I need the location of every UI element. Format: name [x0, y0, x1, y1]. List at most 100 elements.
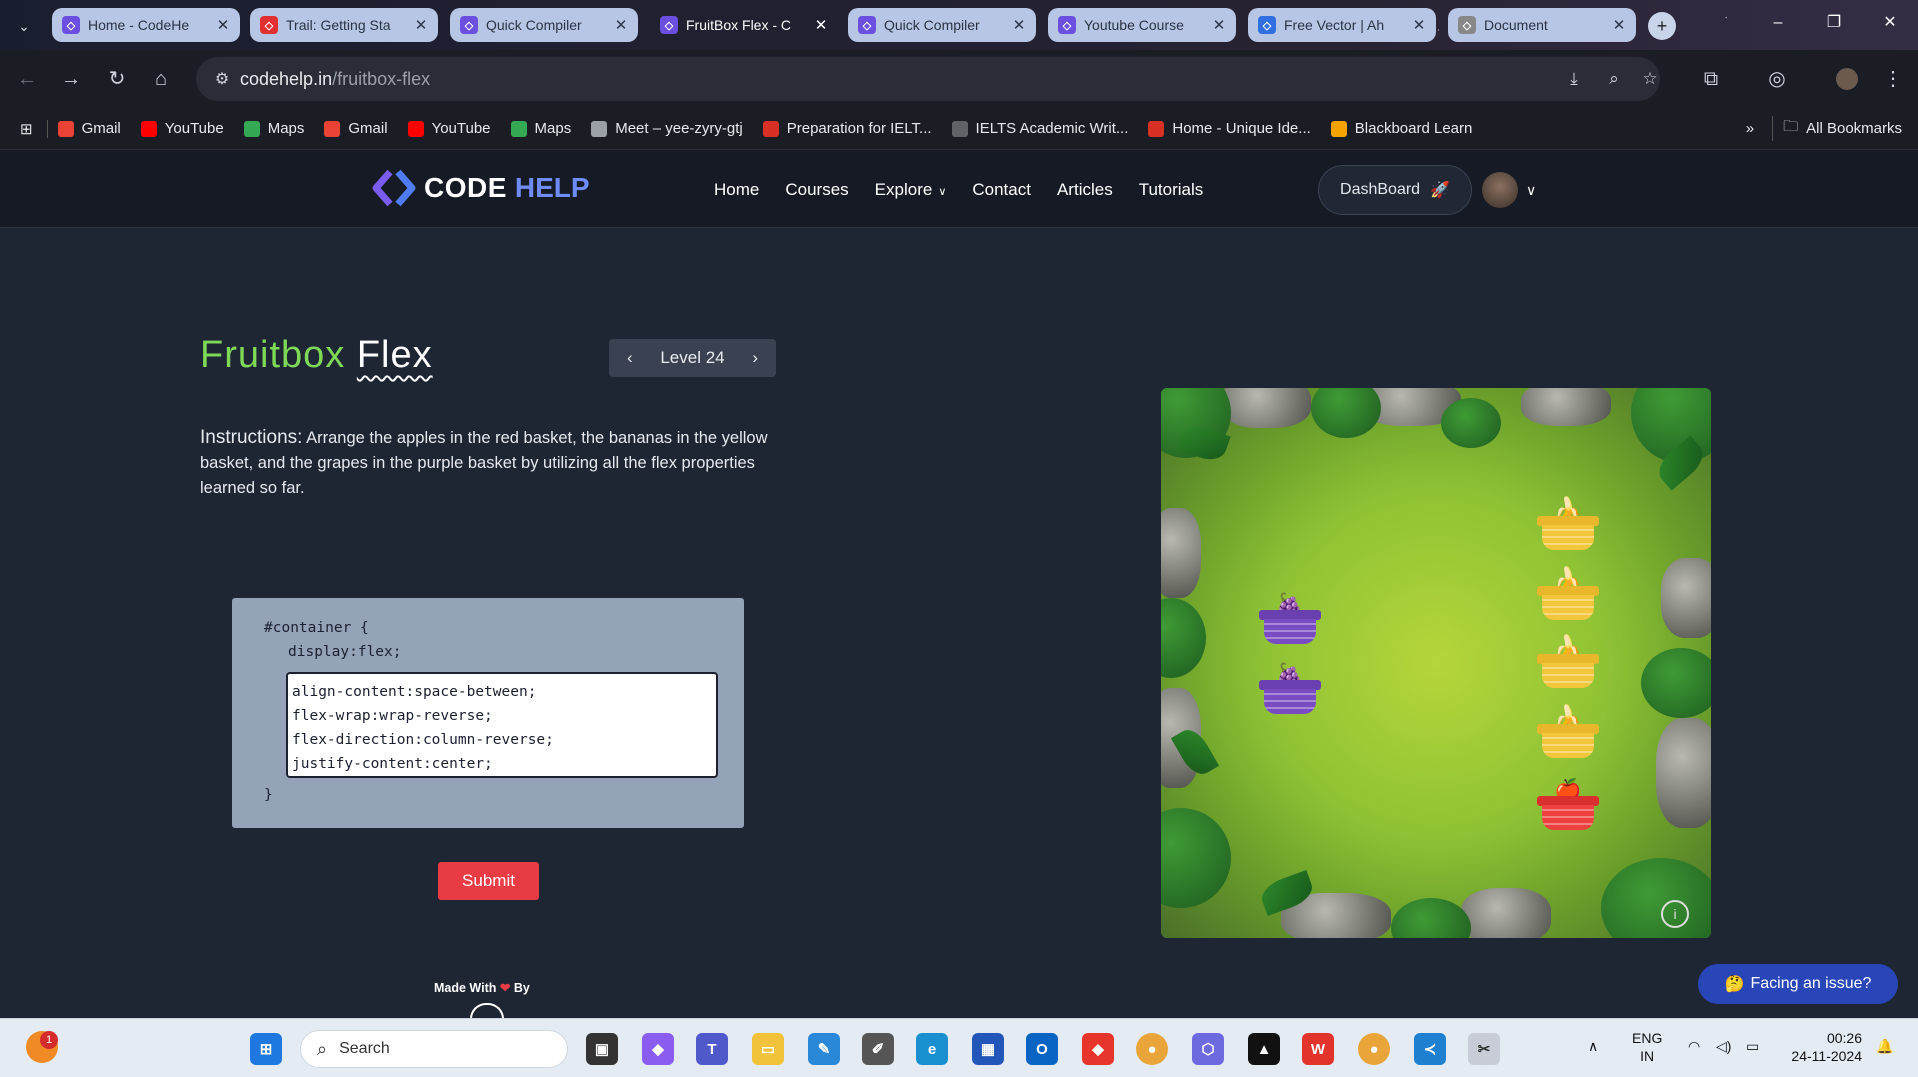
microsoft-store-icon[interactable]: ▦ [972, 1033, 1004, 1065]
bookmark-star-icon[interactable]: ☆ [1636, 65, 1664, 93]
taskbar-search-box[interactable]: ⌕ Search [300, 1030, 568, 1068]
facing-issue-button[interactable]: 🤔 Facing an issue? [1698, 964, 1898, 1004]
close-tab-icon[interactable]: ✕ [814, 16, 828, 34]
bookmark-item[interactable]: Home - Unique Ide... [1138, 120, 1320, 137]
user-avatar[interactable] [1482, 172, 1518, 208]
battery-icon[interactable]: ▭ [1746, 1037, 1759, 1055]
restore-button[interactable]: ❐ [1806, 0, 1862, 50]
sticky-app-icon[interactable]: ✎ [808, 1033, 840, 1065]
bookmark-item[interactable]: Maps [234, 120, 315, 137]
css-input-textarea[interactable] [286, 672, 718, 778]
clock[interactable]: 00:26 24-11-2024 [1782, 1029, 1862, 1065]
bookmark-item[interactable]: Blackboard Learn [1321, 120, 1483, 137]
new-tab-button[interactable]: + [1648, 12, 1676, 40]
browser-menu-icon[interactable]: ⋮ [1878, 64, 1908, 94]
browser-tab[interactable]: ◇ Trail: Getting Sta ✕ [250, 8, 438, 42]
browser-tab[interactable]: ◇ Quick Compiler ✕ [848, 8, 1036, 42]
close-tab-icon[interactable]: ✕ [216, 16, 230, 34]
close-tab-icon[interactable]: ✕ [414, 16, 428, 34]
account-chevron-down-icon[interactable]: ∨ [1526, 182, 1536, 199]
outlook-icon[interactable]: O [1026, 1033, 1058, 1065]
home-icon[interactable]: ⌂ [146, 64, 176, 94]
nav-explore[interactable]: Explore ∨ [875, 180, 947, 200]
notification-bell-icon[interactable]: 🔔 [1876, 1037, 1893, 1055]
zoom-icon[interactable]: ⌕ [1600, 65, 1628, 93]
extensions-icon[interactable]: ⧉ [1696, 64, 1726, 94]
apps-grid-icon[interactable]: ⊞ [0, 119, 48, 138]
bookmark-item[interactable]: IELTS Academic Writ... [942, 120, 1139, 137]
copilot-icon[interactable]: ◆ [642, 1033, 674, 1065]
bookmark-item[interactable]: Maps [501, 120, 582, 137]
app-hexagon-icon[interactable]: ⬡ [1192, 1033, 1224, 1065]
volume-icon[interactable]: ◁) [1716, 1037, 1731, 1055]
next-level-chevron-icon[interactable]: › [752, 348, 758, 368]
rock-decoration [1161, 508, 1201, 598]
bookmark-item[interactable]: Preparation for IELT... [753, 120, 942, 137]
nav-tutorials[interactable]: Tutorials [1139, 180, 1204, 200]
close-tab-icon[interactable]: ✕ [1412, 16, 1426, 34]
level-indicator[interactable]: Level 24 [660, 348, 724, 368]
bookmark-item[interactable]: YouTube [131, 120, 234, 137]
snipping-tool-icon[interactable]: ✂ [1468, 1033, 1500, 1065]
app-triangle-icon[interactable]: ▲ [1248, 1033, 1280, 1065]
close-tab-icon[interactable]: ✕ [1212, 16, 1226, 34]
close-window-button[interactable]: ✕ [1862, 0, 1918, 50]
browser-tab[interactable]: ◇ Quick Compiler ✕ [450, 8, 638, 42]
submit-button[interactable]: Submit [438, 862, 539, 900]
git-app-icon[interactable]: ◆ [1082, 1033, 1114, 1065]
shield-icon [951, 120, 968, 137]
nav-articles[interactable]: Articles [1057, 180, 1113, 200]
show-hidden-icons-chevron-icon[interactable]: ∧ [1588, 1037, 1598, 1055]
back-arrow-icon[interactable]: ← [12, 64, 42, 94]
chrome-icon[interactable]: ● [1136, 1033, 1168, 1065]
freepik-icon: ◇ [1258, 16, 1276, 34]
page-title: Fruitbox Flex [200, 334, 433, 377]
info-icon[interactable]: i [1661, 900, 1689, 928]
profile-avatar[interactable] [1832, 64, 1862, 94]
wifi-icon[interactable]: ◠ [1688, 1037, 1700, 1055]
nav-contact[interactable]: Contact [972, 180, 1031, 200]
bookmark-item[interactable]: Gmail [314, 120, 397, 137]
wps-office-icon[interactable]: W [1302, 1033, 1334, 1065]
language-indicator[interactable]: ENG IN [1632, 1029, 1662, 1065]
close-tab-icon[interactable]: ✕ [1612, 16, 1626, 34]
close-tab-icon[interactable]: ✕ [1012, 16, 1026, 34]
browser-tab[interactable]: ◇ FruitBox Flex - C ✕ [650, 8, 838, 42]
screenshot-icon[interactable]: ◎ [1762, 64, 1792, 94]
task-view-icon[interactable]: ▣ [586, 1033, 618, 1065]
chrome-profile-icon[interactable]: ● [1358, 1033, 1390, 1065]
bookmark-item[interactable]: Meet – yee-zyry-gtj [581, 120, 753, 137]
yellow-basket: 🍌 [1537, 498, 1599, 550]
forward-arrow-icon[interactable]: → [56, 64, 86, 94]
vscode-icon[interactable]: ≺ [1414, 1033, 1446, 1065]
previous-level-chevron-icon[interactable]: ‹ [627, 348, 633, 368]
codehelp-logo[interactable]: CODE HELP [372, 168, 590, 208]
nav-home[interactable]: Home [714, 180, 759, 200]
site-info-icon[interactable]: ⚙ [204, 69, 240, 89]
browser-tab[interactable]: ◇ Document ✕ [1448, 8, 1636, 42]
browser-tab[interactable]: ◇ Free Vector | Ah ✕ [1248, 8, 1436, 42]
yellow-basket: 🍌 [1537, 706, 1599, 758]
more-bookmarks-chevron-icon[interactable]: » [1736, 120, 1772, 137]
browser-tab[interactable]: ◇ Youtube Course ✕ [1048, 8, 1236, 42]
browser-tab[interactable]: ◇ Home - CodeHe ✕ [52, 8, 240, 42]
file-explorer-icon[interactable]: ▭ [752, 1033, 784, 1065]
address-bar[interactable]: ⚙ codehelp.in/fruitbox-flex ⤓ ⌕ ☆ [196, 57, 1660, 101]
close-tab-icon[interactable]: ✕ [614, 16, 628, 34]
reload-icon[interactable]: ↻ [102, 64, 132, 94]
bookmark-item[interactable]: YouTube [398, 120, 501, 137]
bookmark-item[interactable]: Gmail [48, 120, 131, 137]
pen-app-icon[interactable]: ✐ [862, 1033, 894, 1065]
windows-start-icon[interactable]: ⊞ [250, 1033, 282, 1065]
teams-icon[interactable]: T [696, 1033, 728, 1065]
url-text[interactable]: codehelp.in/fruitbox-flex [240, 69, 430, 90]
edge-icon[interactable]: e [916, 1033, 948, 1065]
minimize-button[interactable]: – [1750, 0, 1806, 50]
dashboard-button[interactable]: DashBoard 🚀 [1318, 165, 1472, 215]
nav-courses[interactable]: Courses [785, 180, 848, 200]
install-app-icon[interactable]: ⤓ [1560, 65, 1588, 93]
bush-decoration [1161, 808, 1231, 908]
all-bookmarks-folder[interactable]: 🗀 All Bookmarks [1772, 116, 1918, 141]
clock-date: 24-11-2024 [1791, 1048, 1862, 1064]
tab-search-chevron-icon[interactable]: ⌄ [12, 14, 36, 38]
